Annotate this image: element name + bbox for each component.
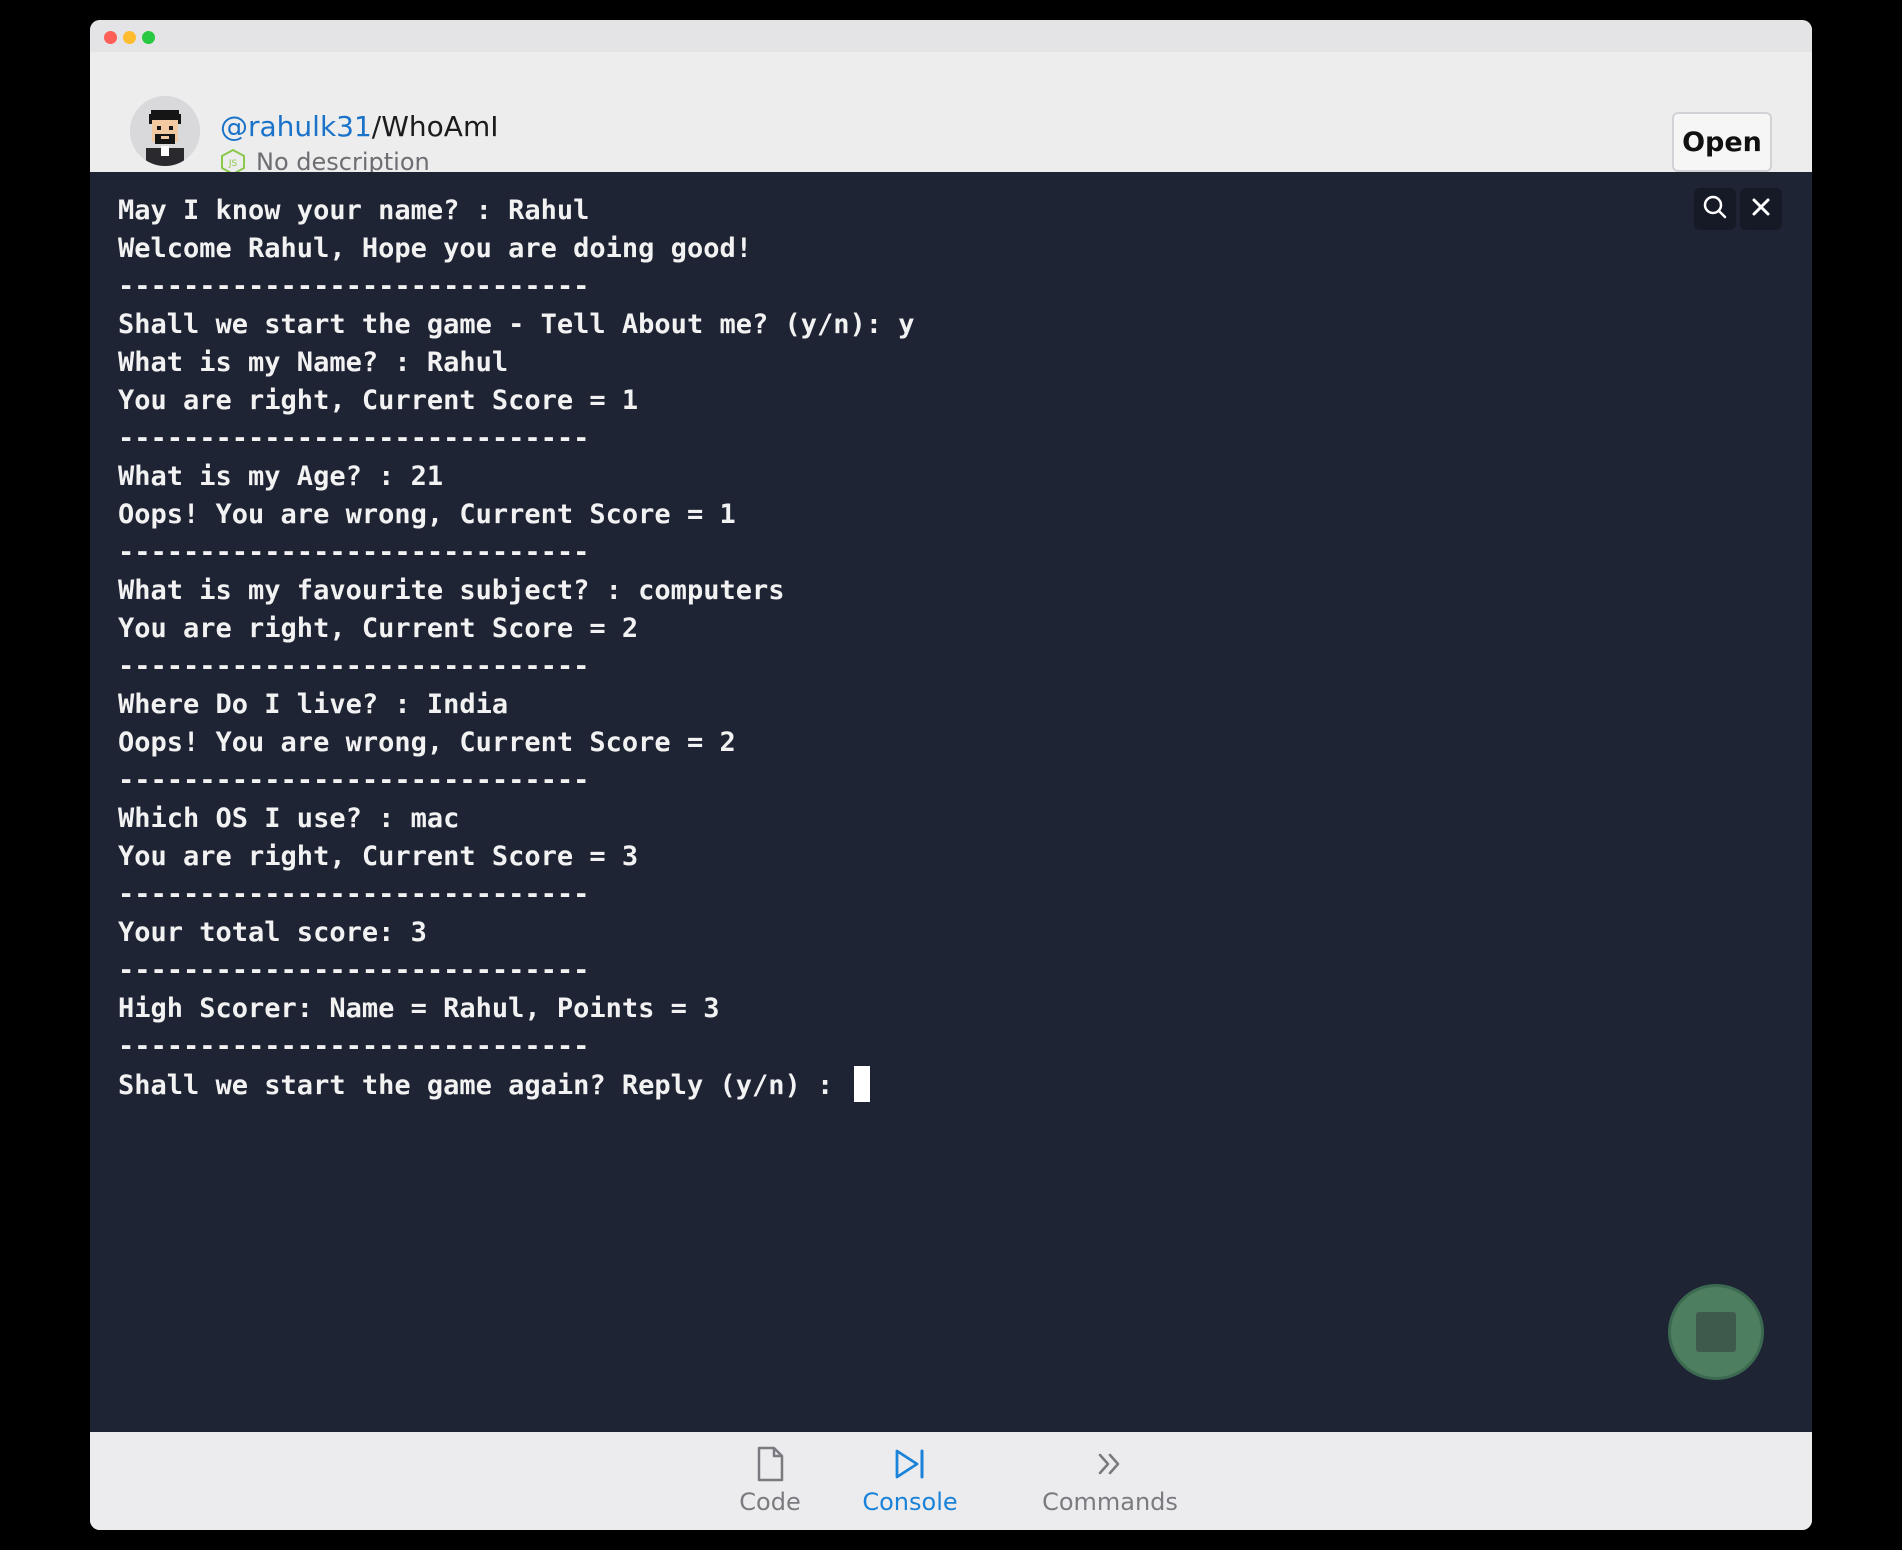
title-bar <box>90 20 1812 52</box>
bottom-tab-bar: Code Console Commands <box>90 1432 1812 1530</box>
console-line: High Scorer: Name = Rahul, Points = 3 <box>118 990 1692 1028</box>
repl-name: WhoAmI <box>381 110 499 143</box>
input-cursor[interactable] <box>853 1066 870 1102</box>
search-icon <box>1702 194 1728 224</box>
tab-console[interactable]: Console <box>860 1446 960 1516</box>
tab-console-label: Console <box>862 1488 958 1516</box>
tab-commands[interactable]: Commands <box>1040 1446 1180 1516</box>
console-line: ----------------------------- <box>118 876 1692 914</box>
console-line: Oops! You are wrong, Current Score = 2 <box>118 724 1692 762</box>
console-line: What is my Name? : Rahul <box>118 344 1692 382</box>
console-line: Welcome Rahul, Hope you are doing good! <box>118 230 1692 268</box>
console-line-text: What is my Age? : 21 <box>118 461 444 492</box>
console-line-text: ----------------------------- <box>118 537 590 568</box>
svg-text:JS: JS <box>228 159 238 169</box>
console-line-text: Shall we start the game - Tell About me?… <box>118 309 915 340</box>
console-line: What is my favourite subject? : computer… <box>118 572 1692 610</box>
chevrons-right-icon <box>1040 1446 1180 1482</box>
console-panel[interactable]: May I know your name? : Rahul Welcome Rah… <box>90 172 1812 1432</box>
console-line-text: ----------------------------- <box>118 765 590 796</box>
console-line-text: High Scorer: Name = Rahul, Points = 3 <box>118 993 720 1024</box>
console-line: ----------------------------- <box>118 1028 1692 1066</box>
app-window: @rahulk31/WhoAmI JS No description Open … <box>90 20 1812 1530</box>
owner-link[interactable]: @rahulk31 <box>220 110 372 143</box>
console-line: You are right, Current Score = 1 <box>118 382 1692 420</box>
console-line: Oops! You are wrong, Current Score = 1 <box>118 496 1692 534</box>
console-line-text: Welcome Rahul, Hope you are doing good! <box>118 233 752 264</box>
console-line-text: ----------------------------- <box>118 423 590 454</box>
close-icon <box>1750 196 1772 222</box>
search-button[interactable] <box>1694 188 1736 230</box>
console-line-text: Which OS I use? : mac <box>118 803 460 834</box>
close-window-button[interactable] <box>104 31 117 44</box>
console-line-text: Your total score: 3 <box>118 917 427 948</box>
console-line-text: You are right, Current Score = 1 <box>118 385 639 416</box>
avatar-image <box>130 96 200 166</box>
title-separator: / <box>371 110 382 143</box>
console-line: You are right, Current Score = 3 <box>118 838 1692 876</box>
repl-header: @rahulk31/WhoAmI JS No description Open <box>90 52 1812 176</box>
close-console-button[interactable] <box>1740 188 1782 230</box>
console-line: ----------------------------- <box>118 268 1692 306</box>
console-icon <box>860 1446 960 1482</box>
console-line: You are right, Current Score = 2 <box>118 610 1692 648</box>
console-line: ----------------------------- <box>118 420 1692 458</box>
console-line-text: ----------------------------- <box>118 651 590 682</box>
console-line-text: You are right, Current Score = 3 <box>118 841 639 872</box>
console-line-text: You are right, Current Score = 2 <box>118 613 639 644</box>
stop-icon <box>1696 1312 1736 1352</box>
console-line: Shall we start the game again? Reply (y/… <box>118 1066 1692 1104</box>
minimize-window-button[interactable] <box>123 31 136 44</box>
console-line: ----------------------------- <box>118 952 1692 990</box>
open-button[interactable]: Open <box>1672 112 1772 172</box>
console-line-text: ----------------------------- <box>118 879 590 910</box>
console-line-text: May I know your name? : Rahul <box>118 195 590 226</box>
console-line: ----------------------------- <box>118 762 1692 800</box>
console-line: ----------------------------- <box>118 648 1692 686</box>
console-line: ----------------------------- <box>118 534 1692 572</box>
file-icon <box>720 1446 820 1482</box>
console-output: May I know your name? : Rahul Welcome Rah… <box>118 192 1692 1104</box>
console-line-text: Shall we start the game again? Reply (y/… <box>118 1070 850 1101</box>
console-line-text: What is my Name? : Rahul <box>118 347 509 378</box>
avatar[interactable] <box>130 96 200 166</box>
console-line: Which OS I use? : mac <box>118 800 1692 838</box>
console-line-text: ----------------------------- <box>118 1031 590 1062</box>
repl-title: @rahulk31/WhoAmI <box>220 110 498 143</box>
console-line: May I know your name? : Rahul <box>118 192 1692 230</box>
console-line: Where Do I live? : India <box>118 686 1692 724</box>
console-line-text: Where Do I live? : India <box>118 689 509 720</box>
console-line-text: ----------------------------- <box>118 271 590 302</box>
maximize-window-button[interactable] <box>142 31 155 44</box>
console-line-text: Oops! You are wrong, Current Score = 2 <box>118 727 736 758</box>
tab-commands-label: Commands <box>1042 1488 1178 1516</box>
tab-code[interactable]: Code <box>720 1446 820 1516</box>
console-line-text: What is my favourite subject? : computer… <box>118 575 785 606</box>
console-line-text: Oops! You are wrong, Current Score = 1 <box>118 499 736 530</box>
console-line-text: ----------------------------- <box>118 955 590 986</box>
stop-button[interactable] <box>1668 1284 1764 1380</box>
console-line: Your total score: 3 <box>118 914 1692 952</box>
console-line: What is my Age? : 21 <box>118 458 1692 496</box>
console-line: Shall we start the game - Tell About me?… <box>118 306 1692 344</box>
tab-code-label: Code <box>739 1488 801 1516</box>
console-toolbar <box>1694 188 1782 230</box>
